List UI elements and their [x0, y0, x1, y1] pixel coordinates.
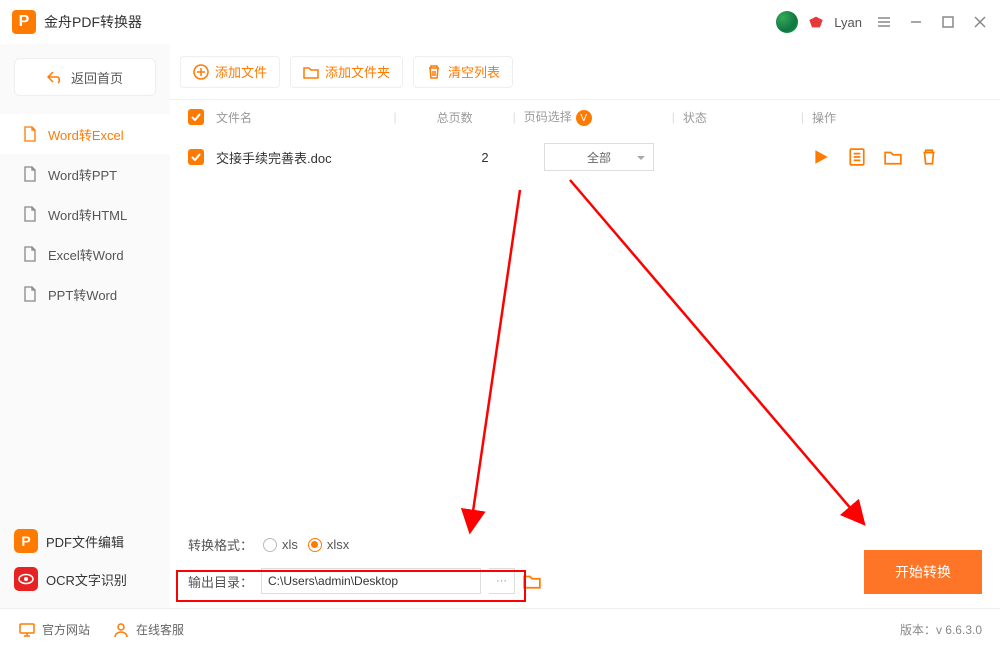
table-header: 文件名 | 总页数 | 页码选择V | 状态 | 操作	[170, 100, 1000, 134]
doc-icon	[22, 286, 38, 302]
open-folder-icon[interactable]	[523, 572, 541, 590]
nav-label: Excel转Word	[48, 245, 124, 264]
sidebar: 返回首页 Word转Excel Word转PPT Word转HTML Excel…	[0, 44, 170, 608]
back-arrow-icon	[47, 70, 63, 84]
col-status: 状态	[683, 109, 793, 126]
back-label: 返回首页	[71, 68, 123, 87]
folder-icon	[303, 64, 319, 80]
avatar[interactable]	[776, 11, 798, 33]
document-icon[interactable]	[848, 148, 866, 166]
tool-label: PDF文件编辑	[46, 532, 124, 551]
back-button[interactable]: 返回首页	[14, 58, 156, 96]
nav-ppt-word[interactable]: PPT转Word	[0, 274, 170, 314]
pdf-icon: P	[14, 529, 38, 553]
table-row: 交接手续完善表.doc 2 全部	[170, 134, 1000, 180]
close-icon[interactable]	[972, 14, 988, 30]
start-button[interactable]: 开始转换	[864, 550, 982, 594]
output-path-input[interactable]	[261, 568, 481, 594]
col-select: 页码选择	[524, 110, 572, 124]
doc-icon	[22, 126, 38, 142]
delete-icon[interactable]	[920, 148, 938, 166]
page-range-select[interactable]: 全部	[544, 143, 654, 171]
app-title: 金舟PDF转换器	[44, 12, 776, 32]
nav-label: Word转HTML	[48, 205, 127, 224]
clear-button[interactable]: 清空列表	[413, 56, 513, 88]
col-pages: 总页数	[405, 109, 505, 126]
nav-label: Word转PPT	[48, 165, 117, 184]
doc-icon	[22, 206, 38, 222]
path-more-button[interactable]: ···	[489, 568, 515, 594]
official-site-link[interactable]: 官方网站	[18, 621, 90, 639]
nav-excel-word[interactable]: Excel转Word	[0, 234, 170, 274]
tool-label: OCR文字识别	[46, 570, 127, 589]
select-all-checkbox[interactable]	[188, 109, 204, 125]
play-icon[interactable]	[812, 148, 830, 166]
btn-label: 添加文件	[215, 62, 267, 81]
headset-icon	[112, 621, 130, 639]
username: Lyan	[834, 15, 862, 30]
vip-badge: V	[576, 110, 592, 126]
monitor-icon	[18, 621, 36, 639]
page-count: 2	[426, 150, 544, 165]
nav-label: Word转Excel	[48, 125, 124, 144]
btn-label: 添加文件夹	[325, 62, 390, 81]
tool-ocr[interactable]: OCR文字识别	[0, 560, 170, 598]
format-label: 转换格式：	[188, 535, 253, 554]
nav-word-html[interactable]: Word转HTML	[0, 194, 170, 234]
tool-pdf-edit[interactable]: P PDF文件编辑	[0, 522, 170, 560]
btn-label: 清空列表	[448, 62, 500, 81]
nav-label: PPT转Word	[48, 285, 117, 304]
nav-word-ppt[interactable]: Word转PPT	[0, 154, 170, 194]
doc-icon	[22, 166, 38, 182]
app-logo: P	[12, 10, 36, 34]
doc-icon	[22, 246, 38, 262]
version-label: 版本：v 6.6.3.0	[900, 621, 982, 638]
add-file-button[interactable]: 添加文件	[180, 56, 280, 88]
radio-xls[interactable]: xls	[263, 537, 298, 552]
support-link[interactable]: 在线客服	[112, 621, 184, 639]
nav-word-excel[interactable]: Word转Excel	[0, 114, 170, 154]
minimize-icon[interactable]	[908, 14, 924, 30]
radio-xlsx[interactable]: xlsx	[308, 537, 349, 552]
col-name: 文件名	[216, 109, 386, 126]
menu-icon[interactable]	[876, 14, 892, 30]
add-folder-button[interactable]: 添加文件夹	[290, 56, 403, 88]
plus-circle-icon	[193, 64, 209, 80]
maximize-icon[interactable]	[940, 14, 956, 30]
ocr-icon	[14, 567, 38, 591]
folder-icon[interactable]	[884, 148, 902, 166]
row-checkbox[interactable]	[188, 149, 204, 165]
vip-icon	[808, 15, 824, 29]
trash-icon	[426, 64, 442, 80]
output-label: 输出目录：	[188, 572, 253, 591]
col-action: 操作	[812, 109, 982, 126]
file-name: 交接手续完善表.doc	[216, 148, 426, 167]
